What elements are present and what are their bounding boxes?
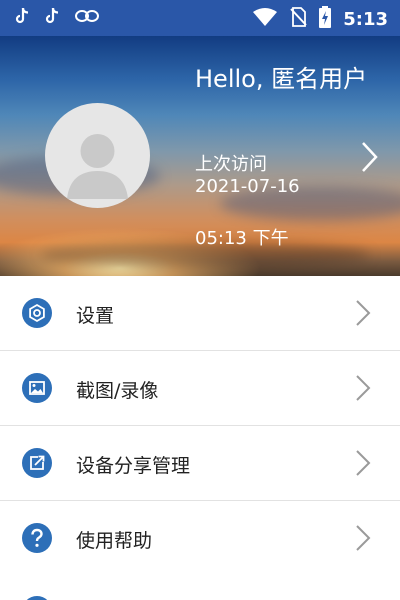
menu-item-screenshot-recording[interactable]: 截图/录像 xyxy=(0,351,400,426)
last-visit-time: 05:13 下午 xyxy=(195,228,289,249)
menu-item-help[interactable]: 使用帮助 xyxy=(0,501,400,576)
share-icon xyxy=(22,448,52,478)
profile-header[interactable]: Hello, 匿名用户 上次访问 2021-07-16 05:13 下午 xyxy=(0,36,400,276)
tiktok-icon xyxy=(14,7,30,29)
menu-item-device-sharing[interactable]: 设备分享管理 xyxy=(0,426,400,501)
avatar[interactable] xyxy=(45,103,150,208)
menu-item-partial[interactable] xyxy=(0,574,400,600)
last-visit-label: 上次访问 xyxy=(195,154,267,175)
menu-icon xyxy=(22,596,52,600)
menu-item-label: 设备分享管理 xyxy=(76,455,191,477)
status-time: 5:13 xyxy=(343,8,388,30)
chevron-right-icon xyxy=(354,523,372,557)
menu-list: 设置 截图/录像 设备分享管理 使用帮助 xyxy=(0,276,400,576)
battery-charging-icon xyxy=(319,6,332,32)
status-bar: 5:13 xyxy=(0,0,400,36)
greeting: Hello, 匿名用户 xyxy=(195,65,368,93)
wifi-icon xyxy=(253,8,278,30)
help-icon xyxy=(22,523,52,553)
menu-item-settings[interactable]: 设置 xyxy=(0,276,400,351)
no-sim-icon xyxy=(289,7,307,31)
chevron-right-icon[interactable] xyxy=(360,140,380,178)
menu-item-label: 截图/录像 xyxy=(76,380,159,402)
gear-icon xyxy=(22,298,52,328)
link-icon xyxy=(74,7,100,29)
tiktok-icon xyxy=(44,7,60,29)
chevron-right-icon xyxy=(354,373,372,407)
user-silhouette-icon xyxy=(67,134,128,199)
chevron-right-icon xyxy=(354,298,372,332)
image-icon xyxy=(22,373,52,403)
last-visit-date: 2021-07-16 xyxy=(195,176,300,197)
menu-item-label: 使用帮助 xyxy=(76,530,153,552)
menu-item-label: 设置 xyxy=(76,305,115,327)
chevron-right-icon xyxy=(354,448,372,482)
